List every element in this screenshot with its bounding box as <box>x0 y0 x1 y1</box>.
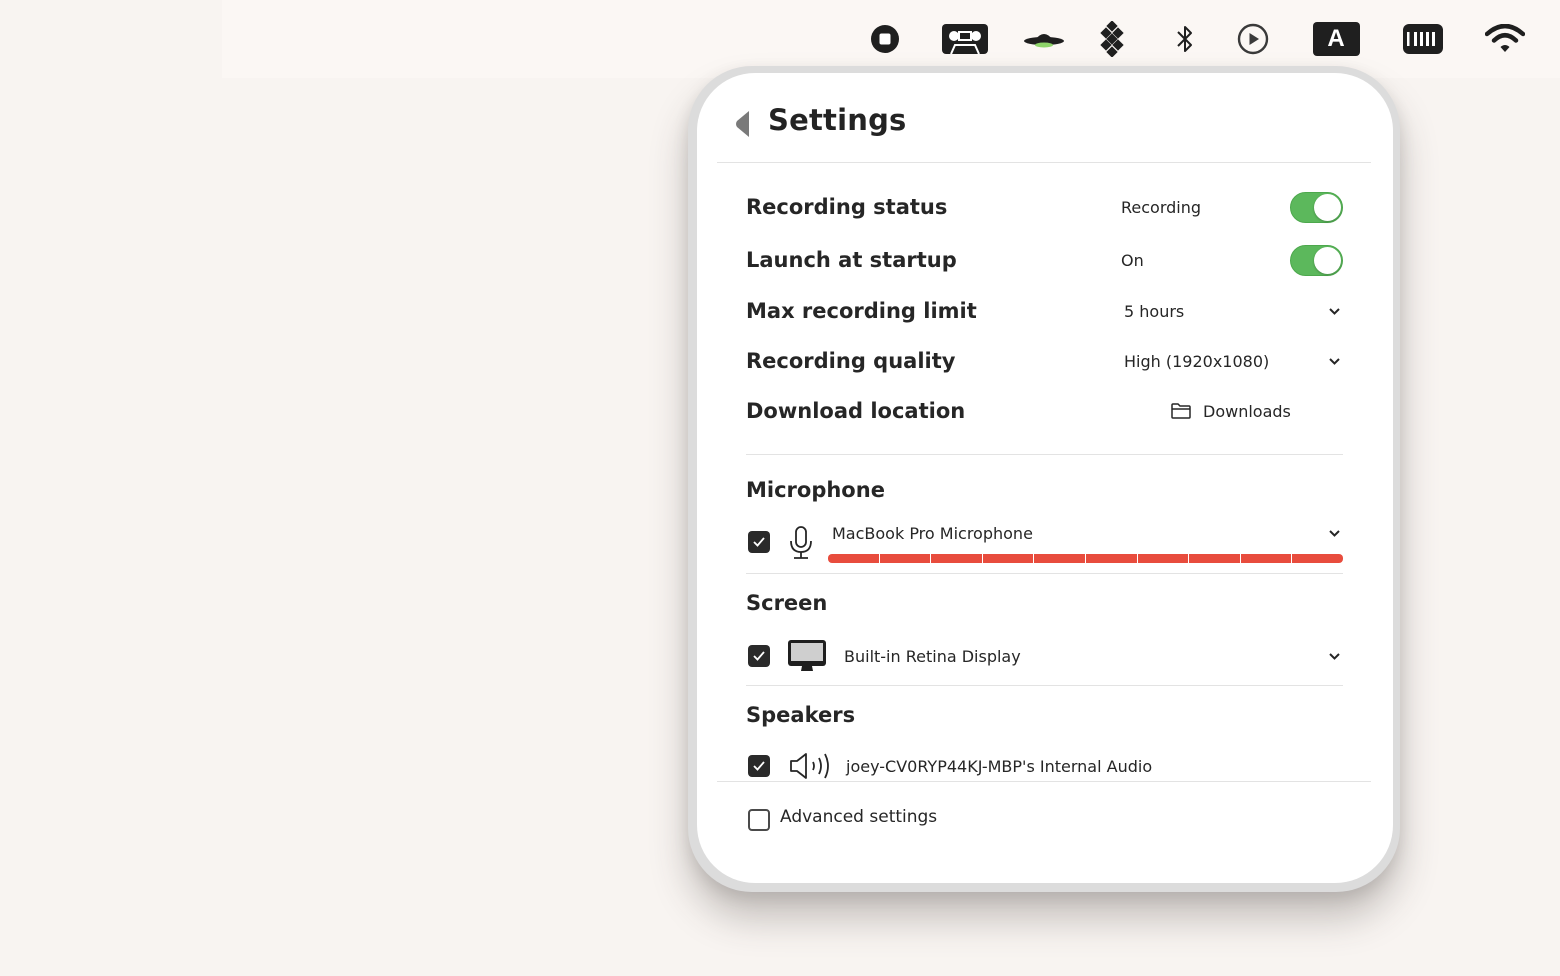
speaker-icon <box>789 751 833 781</box>
cassette-icon[interactable] <box>941 20 989 58</box>
recording-status-label: Recording status <box>746 195 948 219</box>
launch-at-startup-value: On <box>1121 250 1144 270</box>
download-location-button[interactable]: Downloads <box>1171 395 1291 427</box>
footer-divider <box>717 781 1371 782</box>
level-segment <box>931 554 982 563</box>
section-divider <box>746 685 1343 686</box>
checkmark-icon <box>753 651 765 661</box>
max-recording-limit-select[interactable]: 5 hours <box>1120 295 1343 327</box>
panel-header: Settings <box>697 73 1393 163</box>
recording-status-toggle[interactable] <box>1290 191 1343 223</box>
microphone-level-meter <box>828 554 1343 563</box>
max-recording-limit-value: 5 hours <box>1124 301 1185 321</box>
speakers-device-name: joey-CV0RYP44KJ-MBP's Internal Audio <box>846 756 1153 776</box>
recording-quality-select[interactable]: High (1920x1080) <box>1120 345 1343 377</box>
screen-section-title: Screen <box>746 591 828 615</box>
back-button[interactable] <box>731 109 753 139</box>
chevron-down-icon <box>1327 354 1341 368</box>
toggle-knob <box>1314 246 1341 274</box>
bluetooth-icon[interactable] <box>1172 20 1198 58</box>
checkmark-icon <box>753 761 765 771</box>
setting-row-download-location: Download location Downloads <box>746 391 1343 431</box>
page-title: Settings <box>768 103 907 137</box>
ufo-icon[interactable] <box>1022 20 1066 58</box>
chevron-down-icon <box>1327 526 1341 540</box>
checkmark-icon <box>753 537 765 547</box>
recording-status-value: Recording <box>1121 197 1202 217</box>
advanced-settings-checkbox[interactable] <box>748 809 770 831</box>
level-segment <box>982 554 1034 563</box>
battery-icon[interactable] <box>1402 20 1444 58</box>
speakers-section-title: Speakers <box>746 703 856 727</box>
microphone-device-name: MacBook Pro Microphone <box>832 523 1033 543</box>
download-location-label: Download location <box>746 399 966 423</box>
recording-quality-label: Recording quality <box>746 349 956 373</box>
advanced-settings-label[interactable]: Advanced settings <box>780 807 937 827</box>
settings-panel: Settings Recording status Recording Laun… <box>697 73 1393 883</box>
download-location-value: Downloads <box>1203 401 1291 421</box>
level-segment <box>1189 554 1240 563</box>
microphone-icon <box>787 525 815 561</box>
launch-at-startup-label: Launch at startup <box>746 248 957 272</box>
chevron-down-icon <box>1327 304 1341 318</box>
level-segment <box>828 554 879 563</box>
chevron-down-icon <box>1327 649 1341 663</box>
screen-checkbox[interactable] <box>748 645 770 667</box>
max-recording-limit-label: Max recording limit <box>746 299 977 323</box>
level-segment <box>1034 554 1085 563</box>
screen-device-name: Built-in Retina Display <box>844 646 1021 666</box>
header-divider <box>717 162 1371 163</box>
speakers-device-select[interactable]: joey-CV0RYP44KJ-MBP's Internal Audio <box>846 751 1343 781</box>
setting-row-max-recording-limit: Max recording limit 5 hours <box>746 291 1343 331</box>
microphone-device-select[interactable]: MacBook Pro Microphone <box>832 518 1343 548</box>
display-icon <box>788 639 826 673</box>
back-arrow-icon <box>736 111 749 137</box>
recording-quality-value: High (1920x1080) <box>1124 351 1270 371</box>
stop-recording-icon[interactable] <box>868 20 902 58</box>
play-circle-icon[interactable] <box>1236 20 1270 58</box>
speakers-checkbox[interactable] <box>748 755 770 777</box>
launch-at-startup-toggle[interactable] <box>1290 244 1343 276</box>
folder-icon <box>1171 403 1191 419</box>
dots-grid-icon[interactable] <box>1097 20 1127 58</box>
setting-row-launch-at-startup: Launch at startup On <box>746 240 1343 280</box>
screen-device-select[interactable]: Built-in Retina Display <box>844 641 1343 671</box>
input-source-icon[interactable]: A <box>1312 20 1360 58</box>
section-divider <box>746 454 1343 455</box>
setting-row-recording-status: Recording status Recording <box>746 187 1343 227</box>
wifi-icon[interactable] <box>1484 20 1526 58</box>
toggle-knob <box>1314 193 1341 221</box>
level-segment <box>1240 554 1292 563</box>
level-segment <box>1085 554 1137 563</box>
microphone-checkbox[interactable] <box>748 531 770 553</box>
level-segment <box>879 554 931 563</box>
level-segment <box>1292 554 1343 563</box>
section-divider <box>746 573 1343 574</box>
microphone-section-title: Microphone <box>746 478 885 502</box>
input-source-label: A <box>1312 22 1360 56</box>
setting-row-recording-quality: Recording quality High (1920x1080) <box>746 341 1343 381</box>
level-segment <box>1137 554 1189 563</box>
